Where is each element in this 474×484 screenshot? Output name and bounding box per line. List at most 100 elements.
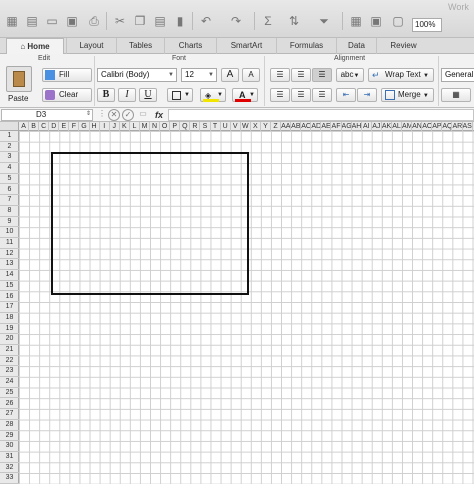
row-header[interactable]: 32 — [0, 463, 19, 474]
clear-button[interactable]: Clear — [42, 88, 92, 102]
shrink-font-button[interactable]: A — [242, 68, 260, 82]
align-bottom-button[interactable]: ☰ — [312, 68, 332, 82]
row-header[interactable]: 31 — [0, 452, 19, 463]
row-header[interactable]: 33 — [0, 473, 19, 484]
column-header[interactable]: M — [140, 122, 151, 131]
row-header[interactable]: 12 — [0, 249, 19, 260]
decrease-indent-button[interactable]: ⇤ — [336, 88, 356, 102]
paste-icon[interactable]: ▤ — [152, 14, 168, 28]
row-header[interactable]: 28 — [0, 420, 19, 431]
column-header[interactable]: E — [59, 122, 70, 131]
row-header[interactable]: 20 — [0, 334, 19, 345]
format-painter-icon[interactable]: ▮ — [172, 14, 188, 28]
formula-handle-icon[interactable]: ⋮ — [98, 109, 106, 118]
merge-button[interactable]: Merge ▼ — [381, 88, 434, 102]
templates-icon[interactable]: ▤ — [24, 14, 40, 28]
row-header[interactable]: 19 — [0, 324, 19, 335]
borders-button[interactable]: ▼ — [167, 88, 193, 102]
row-header[interactable]: 27 — [0, 409, 19, 420]
column-header[interactable]: O — [160, 122, 171, 131]
column-header[interactable]: AK — [382, 122, 392, 131]
column-header[interactable]: Q — [180, 122, 191, 131]
sort-icon[interactable]: ⇅ — [286, 14, 302, 28]
row-header[interactable]: 1 — [0, 131, 19, 142]
paste-button[interactable] — [6, 66, 32, 92]
row-header[interactable]: 3 — [0, 152, 19, 164]
row-header[interactable]: 25 — [0, 388, 19, 399]
column-header[interactable]: AP — [432, 122, 443, 131]
underline-button[interactable]: U — [139, 88, 157, 102]
number-format-select[interactable]: General — [441, 68, 474, 82]
column-header[interactable]: AO — [422, 122, 433, 131]
column-header[interactable]: N — [150, 122, 161, 131]
autosum-icon[interactable]: Σ — [260, 14, 276, 28]
row-header[interactable]: 16 — [0, 292, 19, 303]
row-header[interactable]: 22 — [0, 356, 19, 367]
zoom-icon[interactable]: ▢ — [390, 14, 406, 28]
align-top-button[interactable]: ☰ — [270, 68, 290, 82]
column-header[interactable]: V — [231, 122, 241, 131]
formula-menu-icon[interactable]: ▭ — [137, 109, 149, 121]
column-header[interactable]: I — [100, 122, 110, 131]
column-header[interactable]: A — [19, 122, 30, 131]
align-right-button[interactable]: ☰ — [312, 88, 332, 102]
number-style-button[interactable]: ▦ — [441, 88, 471, 102]
open-icon[interactable]: ▭ — [44, 14, 60, 28]
gallery-icon[interactable]: ▦ — [348, 14, 364, 28]
column-header[interactable]: C — [39, 122, 50, 131]
grow-font-button[interactable]: A — [221, 68, 239, 82]
formula-input[interactable] — [168, 109, 474, 121]
column-header[interactable]: F — [69, 122, 80, 131]
row-header[interactable]: 10 — [0, 227, 19, 238]
row-header[interactable]: 26 — [0, 399, 19, 410]
column-header[interactable]: G — [79, 122, 90, 131]
row-header[interactable]: 5 — [0, 174, 19, 185]
tab-charts[interactable]: Charts — [164, 38, 216, 54]
column-header[interactable]: AC — [301, 122, 312, 131]
column-header[interactable]: D — [49, 122, 60, 131]
select-all-corner[interactable] — [0, 122, 19, 131]
column-header[interactable]: AN — [412, 122, 423, 131]
tab-layout[interactable]: Layout — [66, 38, 116, 54]
column-header[interactable]: AB — [291, 122, 302, 131]
column-header[interactable]: AE — [321, 122, 332, 131]
column-header[interactable]: AH — [352, 122, 362, 131]
row-header[interactable]: 2 — [0, 142, 19, 153]
column-header[interactable]: Z — [271, 122, 282, 131]
cancel-icon[interactable]: ✕ — [108, 109, 120, 121]
tab-formulas[interactable]: Formulas — [276, 38, 336, 54]
tab-home[interactable]: ⌂ Home — [6, 38, 64, 55]
row-header[interactable]: 24 — [0, 377, 19, 388]
font-name-select[interactable]: Calibri (Body) ▼ — [97, 68, 177, 82]
column-header[interactable]: AJ — [372, 122, 382, 131]
name-box[interactable]: D3 — [1, 109, 93, 121]
tab-review[interactable]: Review — [376, 38, 430, 54]
enter-icon[interactable]: ✓ — [122, 109, 134, 121]
row-header[interactable]: 4 — [0, 163, 19, 174]
orientation-button[interactable]: abc▼ — [336, 68, 364, 82]
column-header[interactable]: AI — [362, 122, 372, 131]
bold-button[interactable]: B — [97, 88, 115, 102]
column-header[interactable]: AM — [402, 122, 413, 131]
column-header[interactable]: AA — [281, 122, 292, 131]
column-header[interactable]: H — [90, 122, 100, 131]
row-header[interactable]: 13 — [0, 259, 19, 271]
column-header[interactable]: B — [29, 122, 40, 131]
new-workbook-icon[interactable]: ▦ — [4, 14, 20, 28]
row-header[interactable]: 14 — [0, 270, 19, 281]
filter-icon[interactable]: ⏷ — [316, 14, 332, 28]
row-header[interactable]: 29 — [0, 431, 19, 442]
row-header[interactable]: 8 — [0, 206, 19, 217]
wrap-text-button[interactable]: ↵ Wrap Text ▼ — [368, 68, 434, 82]
font-size-select[interactable]: 12 ▼ — [181, 68, 217, 82]
increase-indent-button[interactable]: ⇥ — [357, 88, 377, 102]
column-header[interactable]: AG — [342, 122, 352, 131]
name-box-stepper-icon[interactable]: ⇕ — [86, 110, 91, 117]
column-header[interactable]: AQ — [442, 122, 453, 131]
column-header[interactable]: R — [190, 122, 201, 131]
column-header[interactable]: AF — [331, 122, 342, 131]
column-header[interactable]: K — [120, 122, 130, 131]
save-icon[interactable]: ▣ — [64, 14, 80, 28]
align-center-button[interactable]: ☰ — [291, 88, 311, 102]
column-header[interactable]: AD — [311, 122, 322, 131]
